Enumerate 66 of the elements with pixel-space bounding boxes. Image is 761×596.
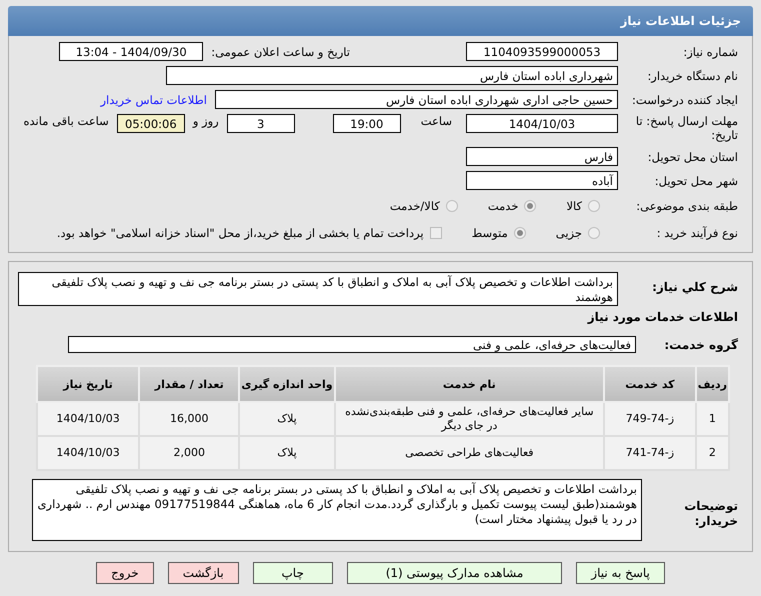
action-button[interactable]: پاسخ به نیاز — [576, 562, 665, 584]
table-cell: فعالیت‌های طراحی تخصصی — [334, 436, 604, 470]
table-cell: ز-74-741 — [604, 436, 696, 470]
table-cell: 1 — [696, 402, 729, 436]
option-label: متوسط — [472, 226, 508, 240]
radio-button[interactable] — [588, 227, 600, 239]
field-label: ساعت باقی مانده — [24, 114, 109, 128]
action-button[interactable]: مشاهده مدارک پیوستی (1) — [346, 562, 562, 584]
page-title: جزئیات اطلاعات نیاز — [620, 14, 741, 28]
field-label: مهلت ارسال پاسخ: تا تاریخ: — [634, 114, 739, 142]
field-label: گروه خدمت: — [663, 338, 739, 352]
input-field[interactable]: 1104093599000053 — [466, 42, 618, 61]
column-header: تاریخ نیاز — [37, 366, 140, 402]
input-field[interactable]: 3 — [226, 114, 295, 133]
field-label: تاریخ و ساعت اعلان عمومی: — [211, 44, 350, 58]
field-label: روز و — [192, 114, 219, 128]
field-label: طبقه بندی موضوعی: — [635, 199, 739, 213]
option-label: جزیی — [556, 226, 582, 240]
field-label: نام دستگاه خریدار: — [646, 68, 739, 82]
table-cell: پلاک — [239, 436, 335, 470]
field-label: استان محل تحویل: — [646, 150, 739, 164]
column-header: تعداد / مقدار — [139, 366, 240, 402]
description-field[interactable]: برداشت اطلاعات و تخصیص پلاک آبی به املاک و انطباق با کد پستی در بستر برنامه جی نف و تهیه و نصب پلاک تلفیقی هوشمند — [18, 272, 618, 306]
option-label: پرداخت تمام یا بخشی از مبلغ خرید،از محل "اسناد خزانه اسلامی" خواهد بود. — [56, 226, 424, 240]
action-button[interactable]: چاپ — [252, 562, 333, 584]
input-field[interactable]: شهرداری اباده استان فارس — [166, 66, 618, 85]
field-label: ساعت — [420, 114, 452, 128]
option-label: خدمت — [488, 199, 518, 213]
radio-button[interactable] — [446, 200, 458, 212]
countdown-field: 05:00:06 — [116, 114, 185, 133]
notes-field[interactable]: برداشت اطلاعات و تخصیص پلاک آبی به املاک و انطباق با کد پستی در بستر برنامه جی نف و تهیه و نصب پلاک تلفیقی هوشمند(طبق لیست پیوست تکمیل و بارگذاری گردد.مدت انجام کار 6 ماه، هماهنگی 09177519844 مهندس ارم .. شهرداری در رد یا قبول پیشنهاد مختار است) — [32, 479, 642, 541]
field-label: نوع فرآیند خرید : — [656, 226, 739, 240]
column-header: نام خدمت — [334, 366, 604, 402]
input-field[interactable]: 1404/10/03 — [466, 114, 618, 133]
table-cell: ز-74-749 — [604, 402, 696, 436]
column-header: ردیف — [696, 366, 729, 402]
field-label: توضیحات خریدار: — [683, 498, 739, 529]
table-cell: سایر فعالیت‌های حرفه‌ای، علمی و فنی طبقه‌بندی‌نشده در جای دیگر — [334, 402, 604, 436]
input-field[interactable]: فارس — [466, 147, 618, 166]
field-label: شرح کلي نياز: — [651, 279, 739, 294]
exit-button[interactable]: خروج — [96, 562, 154, 584]
column-header: کد خدمت — [604, 366, 696, 402]
table-cell: 1404/10/03 — [37, 436, 140, 470]
field-label: ایجاد کننده درخواست: — [631, 92, 739, 106]
table-cell: 1404/10/03 — [37, 402, 140, 436]
input-field[interactable]: آباده — [466, 171, 618, 190]
input-field[interactable]: 19:00 — [332, 114, 401, 133]
table-cell: 2,000 — [139, 436, 240, 470]
radio-button[interactable] — [514, 227, 526, 239]
exit-button[interactable]: بازگشت — [168, 562, 239, 584]
option-label: کالا — [566, 199, 582, 213]
field-label: شماره نیاز: — [682, 44, 739, 58]
radio-button[interactable] — [524, 200, 536, 212]
option-label: کالا/خدمت — [390, 199, 440, 213]
table-cell: 16,000 — [139, 402, 240, 436]
checkbox[interactable] — [430, 227, 442, 239]
radio-button[interactable] — [588, 200, 600, 212]
input-field[interactable]: فعالیت‌های حرفه‌ای، علمی و فنی — [68, 336, 636, 353]
column-header: واحد اندازه گیری — [239, 366, 335, 402]
section-title: اطلاعات خدمات مورد نیاز — [586, 310, 739, 324]
contact-link[interactable]: اطلاعات تماس خریدار — [100, 92, 207, 106]
table-cell: پلاک — [239, 402, 335, 436]
input-field[interactable]: 1404/09/30 - 13:04 — [59, 42, 204, 61]
field-label: شهر محل تحویل: — [654, 174, 739, 188]
input-field[interactable]: حسین حاجی اداری شهرداری اباده استان فارس — [215, 90, 618, 109]
table-cell: 2 — [696, 436, 729, 470]
